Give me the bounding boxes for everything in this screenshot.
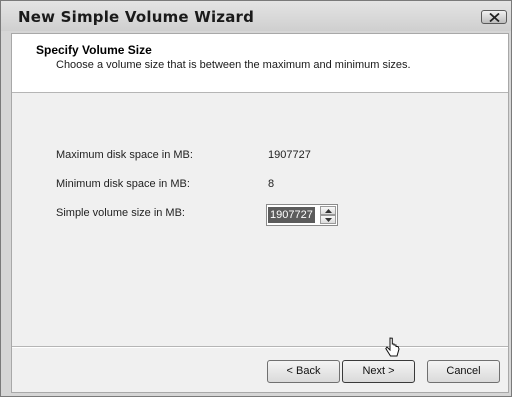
cancel-button[interactable]: Cancel: [427, 360, 500, 383]
mouse-pointer-icon: [385, 337, 400, 357]
min-size-label: Minimum disk space in MB:: [56, 178, 190, 190]
volume-size-input[interactable]: 1907727: [268, 207, 315, 223]
wizard-content: Specify Volume Size Choose a volume size…: [11, 33, 509, 393]
arrow-up-icon: [325, 209, 332, 213]
next-button[interactable]: Next >: [342, 360, 415, 383]
volume-size-spinbox[interactable]: 1907727: [266, 204, 338, 226]
back-button[interactable]: < Back: [267, 360, 340, 383]
min-size-value: 8: [268, 178, 275, 190]
arrow-down-icon: [325, 218, 332, 222]
wizard-header: Specify Volume Size Choose a volume size…: [12, 34, 508, 93]
page-subtitle: Choose a volume size that is between the…: [56, 59, 411, 71]
volume-size-label: Simple volume size in MB:: [56, 207, 185, 219]
close-button[interactable]: [481, 10, 507, 24]
max-size-label: Maximum disk space in MB:: [56, 149, 193, 161]
close-icon: [489, 13, 500, 22]
spin-down-button[interactable]: [320, 215, 336, 224]
title-bar[interactable]: New Simple Volume Wizard: [1, 1, 511, 31]
footer-divider: [12, 346, 508, 348]
spin-up-button[interactable]: [320, 206, 336, 215]
wizard-window: New Simple Volume Wizard Specify Volume …: [0, 0, 512, 397]
window-title: New Simple Volume Wizard: [18, 8, 255, 26]
max-size-value: 1907727: [268, 149, 311, 161]
page-title: Specify Volume Size: [36, 43, 152, 57]
